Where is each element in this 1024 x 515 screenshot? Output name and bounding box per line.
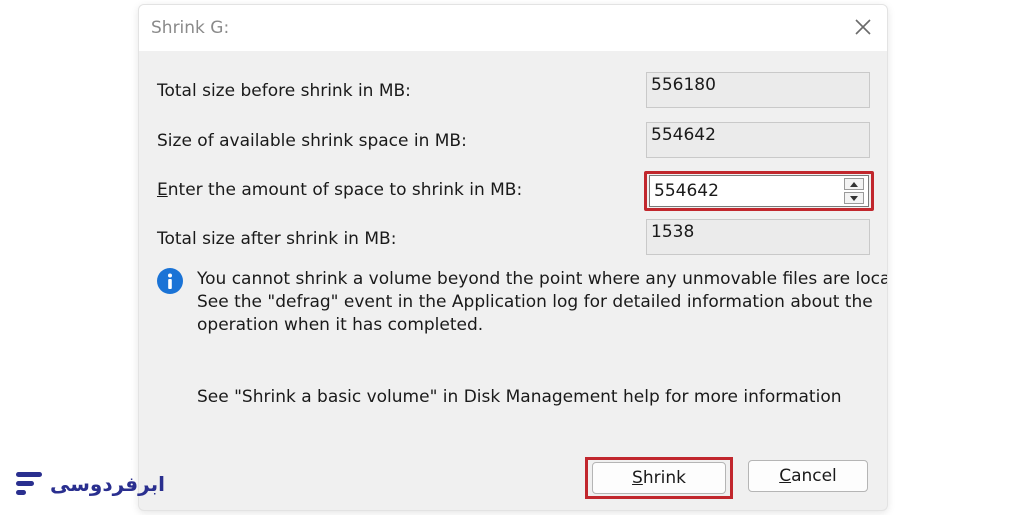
total-after-label: Total size after shrink in MB: [157, 229, 397, 249]
triangle-up-icon [850, 181, 858, 187]
info-line-1: You cannot shrink a volume beyond the po… [197, 269, 888, 289]
dialog-title: Shrink G: [151, 18, 230, 38]
help-text: See "Shrink a basic volume" in Disk Mana… [197, 387, 842, 407]
screenshot-canvas: Shrink G: Total size before shrink in MB… [0, 0, 1024, 515]
enter-amount-label-rest: nter the amount of space to shrink in MB… [167, 180, 523, 200]
spin-down-button[interactable] [844, 192, 864, 204]
spin-up-button[interactable] [844, 178, 864, 190]
total-before-value: 556180 [646, 72, 870, 108]
amount-spinbox[interactable] [649, 175, 869, 207]
logo-lines-icon [16, 472, 42, 495]
enter-amount-mnemonic: E [157, 180, 168, 200]
triangle-down-icon [850, 195, 858, 201]
shrink-mnemonic: S [632, 468, 643, 488]
logo-text: ابرفردوسی [50, 472, 165, 496]
info-line-2: See the "defrag" event in the Applicatio… [197, 292, 873, 312]
info-icon [157, 268, 183, 294]
info-line-3: operation when it has completed. [197, 315, 484, 335]
close-icon [855, 19, 871, 35]
total-before-label: Total size before shrink in MB: [157, 81, 411, 101]
info-message: You cannot shrink a volume beyond the po… [197, 268, 888, 337]
cancel-label-rest: ancel [791, 466, 837, 486]
close-button[interactable] [849, 13, 877, 41]
watermark-logo: ابرفردوسی [14, 468, 165, 504]
amount-input[interactable] [650, 176, 850, 206]
shrink-dialog: Shrink G: Total size before shrink in MB… [138, 4, 888, 511]
enter-amount-label: Enter the amount of space to shrink in M… [157, 180, 522, 200]
cancel-mnemonic: C [779, 466, 792, 486]
title-bar: Shrink G: [139, 5, 887, 51]
cancel-button[interactable]: Cancel [748, 460, 868, 492]
spin-buttons [844, 178, 864, 204]
available-shrink-value: 554642 [646, 122, 870, 158]
total-after-value: 1538 [646, 219, 870, 255]
shrink-button[interactable]: Shrink [592, 462, 726, 494]
available-shrink-label: Size of available shrink space in MB: [157, 131, 467, 151]
shrink-label-rest: hrink [642, 468, 686, 488]
